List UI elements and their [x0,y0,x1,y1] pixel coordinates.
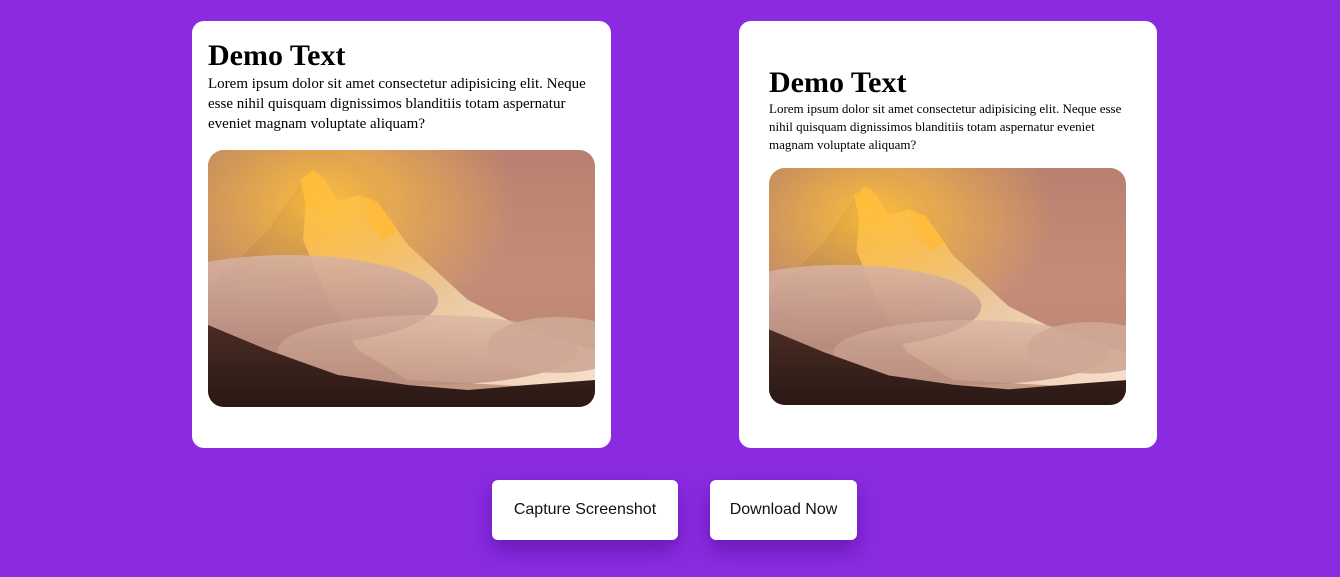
demo-card-2: Demo Text Lorem ipsum dolor sit amet con… [739,21,1157,448]
card-title: Demo Text [208,39,346,72]
mountain-photo [208,150,595,407]
demo-card-1: Demo Text Lorem ipsum dolor sit amet con… [192,21,611,448]
card-body-text: Lorem ipsum dolor sit amet consectetur a… [208,76,586,132]
card-body-text: Lorem ipsum dolor sit amet consectetur a… [769,101,1122,152]
capture-screenshot-button[interactable]: Capture Screenshot [492,480,678,540]
download-now-button[interactable]: Download Now [710,480,857,540]
mountain-photo [769,168,1126,405]
card-title: Demo Text [769,66,907,99]
